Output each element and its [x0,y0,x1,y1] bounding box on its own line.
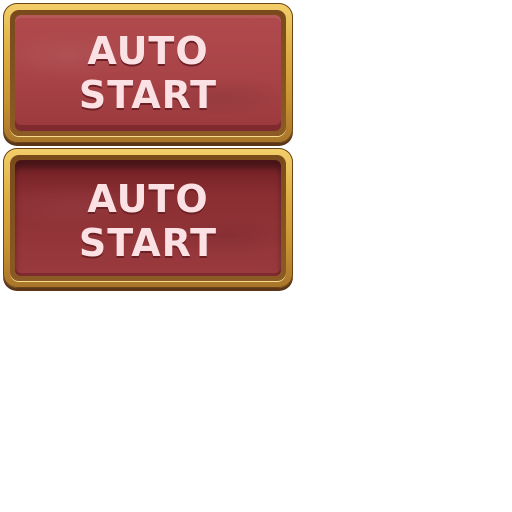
auto-start-button-pressed[interactable]: AUTO START [3,148,293,288]
button-label-line2: START [78,221,218,265]
button-label-line2: START [78,73,218,117]
sprite-sheet: AUTO START AUTO START [0,0,512,512]
button-bevel: AUTO START [10,10,286,136]
auto-start-button[interactable]: AUTO START [3,3,293,143]
button-face: AUTO START [15,15,281,131]
button-label-line1: AUTO [87,29,209,73]
button-bevel: AUTO START [10,155,286,281]
button-label-line1: AUTO [87,177,209,221]
button-face: AUTO START [15,160,281,276]
